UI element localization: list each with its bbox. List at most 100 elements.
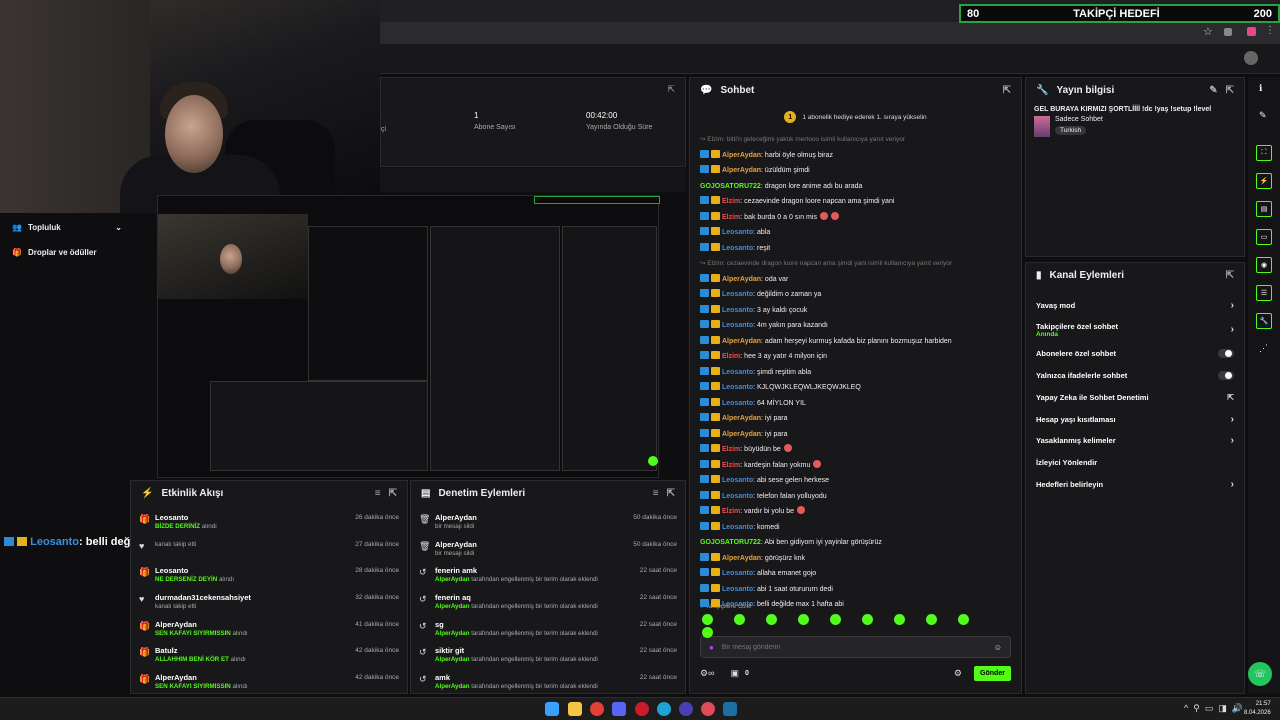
chat-message[interactable]: GOJOSATORU722: Abi ben gidiyom iyi yayin… bbox=[690, 535, 1021, 551]
expand-icon[interactable]: ⇱ bbox=[1226, 85, 1234, 96]
chat-message[interactable]: Leosanto: komedi bbox=[690, 520, 1021, 536]
expand-icon[interactable]: ⇱ bbox=[667, 84, 675, 95]
chat-username[interactable]: AlperAydan bbox=[722, 555, 761, 562]
chat-message[interactable]: Elzim: bak burda 0 a 0 sın mis bbox=[690, 210, 1021, 226]
chat-username[interactable]: AlperAydan bbox=[722, 431, 761, 438]
chat-input[interactable] bbox=[721, 643, 986, 651]
channel-action-item[interactable]: Yavaş mod › bbox=[1026, 295, 1244, 317]
chat-username[interactable]: Leosanto bbox=[722, 307, 753, 314]
sidebar-item-drops[interactable]: 🎁 Droplar ve ödüller bbox=[12, 248, 96, 257]
toggle-switch[interactable] bbox=[1218, 349, 1234, 359]
channel-action-item[interactable]: Yapay Zeka ile Sohbet Denetimi ⇱ bbox=[1026, 386, 1244, 408]
event-row[interactable]: 🎁 Leosanto NE DERSENİZ DEYİN alındı 28 daki… bbox=[131, 564, 407, 591]
channel-action-item[interactable]: İzleyici Yönlendir bbox=[1026, 452, 1244, 474]
event-row[interactable]: 🎁 AlperAydan SEN KAFAYI SIYIRMISSIN alındı… bbox=[131, 618, 407, 645]
star-icon[interactable]: ☆ bbox=[1203, 25, 1213, 38]
channel-action-item[interactable]: Takipçilere özel sohbet Anında › bbox=[1026, 317, 1244, 343]
chat-message[interactable]: Leosanto: 3 ay kaldı çocuk bbox=[690, 303, 1021, 319]
chat-message[interactable]: AlperAydan: oda var bbox=[690, 272, 1021, 288]
emote-bar[interactable] bbox=[690, 614, 1021, 638]
category-thumbnail[interactable] bbox=[1034, 116, 1050, 137]
chat-message[interactable]: Leosanto: abla bbox=[690, 225, 1021, 241]
category-name[interactable]: Sadece Sohbet bbox=[1055, 116, 1103, 123]
event-row[interactable]: ♥ kanalı takip etti 27 dakika önce bbox=[131, 538, 407, 565]
chat-username[interactable]: Elzim bbox=[722, 446, 740, 453]
chat-message[interactable]: GOJOSATORU722: dragon lore anime adı bu … bbox=[690, 179, 1021, 195]
chat-username[interactable]: AlperAydan bbox=[722, 338, 761, 345]
opera-icon[interactable] bbox=[635, 702, 649, 716]
edge-icon[interactable] bbox=[657, 702, 671, 716]
emote-icon[interactable] bbox=[702, 614, 713, 625]
chat-message[interactable]: Elzim: vardır bi yolu be bbox=[690, 504, 1021, 520]
emote-icon[interactable] bbox=[734, 614, 745, 625]
moderation-row[interactable]: ↺ amk AlperAydan tarafından engellenmiş bi… bbox=[411, 671, 685, 698]
discord-icon[interactable] bbox=[612, 702, 626, 716]
chat-username[interactable]: Leosanto bbox=[722, 245, 753, 252]
event-row[interactable]: 🎁 Batulz ALLAHHIM BENİ KÖR ET alındı 42 dak… bbox=[131, 644, 407, 671]
pencil-icon[interactable]: ✎ bbox=[1259, 110, 1267, 121]
chat-username[interactable]: Leosanto bbox=[722, 229, 753, 236]
lightning-icon[interactable]: ⚡ bbox=[1256, 173, 1272, 189]
wrench-icon[interactable]: 🔧 bbox=[1256, 313, 1272, 329]
broadcast-icon[interactable]: ◉ bbox=[1256, 257, 1272, 273]
emoji-picker-icon[interactable]: ☺ bbox=[994, 643, 1002, 652]
chat-message[interactable]: Leosanto: abi sese gelen herkese bbox=[690, 473, 1021, 489]
channel-action-item[interactable]: Abonelere özel sohbet bbox=[1026, 343, 1244, 365]
expand-icon[interactable]: ⇱ bbox=[1003, 85, 1011, 96]
support-chat-icon[interactable]: ☏ bbox=[1248, 662, 1272, 686]
windows-start-icon[interactable] bbox=[545, 702, 559, 716]
obs-icon[interactable] bbox=[679, 702, 693, 716]
chat-message[interactable]: Leosanto: telefon falan yolluyodu bbox=[690, 489, 1021, 505]
channel-action-item[interactable]: Hedefleri belirleyin › bbox=[1026, 474, 1244, 496]
chat-message[interactable]: AlperAydan: iyi para bbox=[690, 427, 1021, 443]
emote-icon[interactable] bbox=[830, 614, 841, 625]
chat-message[interactable]: Leosanto: şimdi reşitim abla bbox=[690, 365, 1021, 381]
chat-message[interactable]: Leosanto: 64 MİYLON YIL bbox=[690, 396, 1021, 412]
emote-icon[interactable] bbox=[798, 614, 809, 625]
toggle-switch[interactable] bbox=[1218, 370, 1234, 380]
tray-icons[interactable]: ^⚲▭◨🔊 bbox=[1184, 703, 1248, 714]
chat-message[interactable]: Leosanto: 4m yakın para kazandı bbox=[690, 318, 1021, 334]
expand-icon[interactable]: ⇱ bbox=[667, 488, 675, 499]
chat-message[interactable]: Elzim: kardeşin falan yokmu bbox=[690, 458, 1021, 474]
chat-username[interactable]: Leosanto bbox=[722, 322, 753, 329]
send-button[interactable]: Gönder bbox=[974, 665, 1011, 681]
clock[interactable]: 21:57 8.04.2026 bbox=[1244, 700, 1271, 718]
moderation-row[interactable]: ↺ fenerin aq AlperAydan tarafından engelle… bbox=[411, 591, 685, 618]
chat-username[interactable]: GOJOSATORU722 bbox=[700, 539, 761, 546]
info-icon[interactable]: ℹ bbox=[1259, 83, 1262, 94]
chat-username[interactable]: AlperAydan bbox=[722, 167, 761, 174]
profile-icon[interactable] bbox=[1247, 27, 1256, 36]
chat-username[interactable]: Leosanto bbox=[722, 524, 753, 531]
file-explorer-icon[interactable] bbox=[568, 702, 582, 716]
chat-username[interactable]: Leosanto bbox=[722, 384, 753, 391]
expand-icon[interactable]: ⇱ bbox=[389, 488, 397, 499]
language-tag[interactable]: Turkish bbox=[1055, 126, 1087, 135]
chat-message[interactable]: Leosanto: belli değilde max 1 hafta abi bbox=[690, 597, 1021, 610]
emote-icon[interactable] bbox=[926, 614, 937, 625]
chat-message[interactable]: AlperAydan: adam herşeyi kurmuş kafada b… bbox=[690, 334, 1021, 350]
channel-action-item[interactable]: Yasaklanmış kelimeler › bbox=[1026, 430, 1244, 452]
emote-icon[interactable] bbox=[766, 614, 777, 625]
chat-message[interactable]: Elzim: hee 3 ay yatır 4 milyon için bbox=[690, 349, 1021, 365]
moderation-row[interactable]: ↺ sg AlperAydan tarafından engellenmiş bir… bbox=[411, 618, 685, 645]
emote-icon[interactable] bbox=[862, 614, 873, 625]
moderation-row[interactable]: ↺ fenerin amk AlperAydan tarafından engell… bbox=[411, 564, 685, 591]
inbox-icon[interactable]: ▣ bbox=[730, 668, 739, 679]
chat-message[interactable]: AlperAydan: iyi para bbox=[690, 411, 1021, 427]
chat-message[interactable]: Elzim: büyüdün be bbox=[690, 442, 1021, 458]
app-icon[interactable] bbox=[701, 702, 715, 716]
chat-username[interactable]: Elzim bbox=[722, 353, 740, 360]
pinned-gift-banner[interactable]: 1 1 abonelik hediye ederek 1. sıraya yük… bbox=[690, 102, 1021, 132]
chat-username[interactable]: AlperAydan bbox=[722, 276, 761, 283]
menu-icon[interactable]: ⋮ bbox=[1265, 25, 1275, 36]
channel-action-item[interactable]: Hesap yaşı kısıtlaması › bbox=[1026, 408, 1244, 430]
chat-message[interactable]: AlperAydan: üzüldüm şimdi bbox=[690, 163, 1021, 179]
chat-message[interactable]: Leosanto: abi 1 saat oturururn dedi bbox=[690, 582, 1021, 598]
chat-message[interactable]: Leosanto: reşit bbox=[690, 241, 1021, 257]
chat-username[interactable]: Elzim bbox=[722, 214, 740, 221]
chat-username[interactable]: Elzim bbox=[722, 198, 740, 205]
emote-icon[interactable] bbox=[958, 614, 969, 625]
chat-message[interactable]: Leosanto: değildim o zaman ya bbox=[690, 287, 1021, 303]
moderation-row[interactable]: ↺ siktir git AlperAydan tarafından engelle… bbox=[411, 644, 685, 671]
